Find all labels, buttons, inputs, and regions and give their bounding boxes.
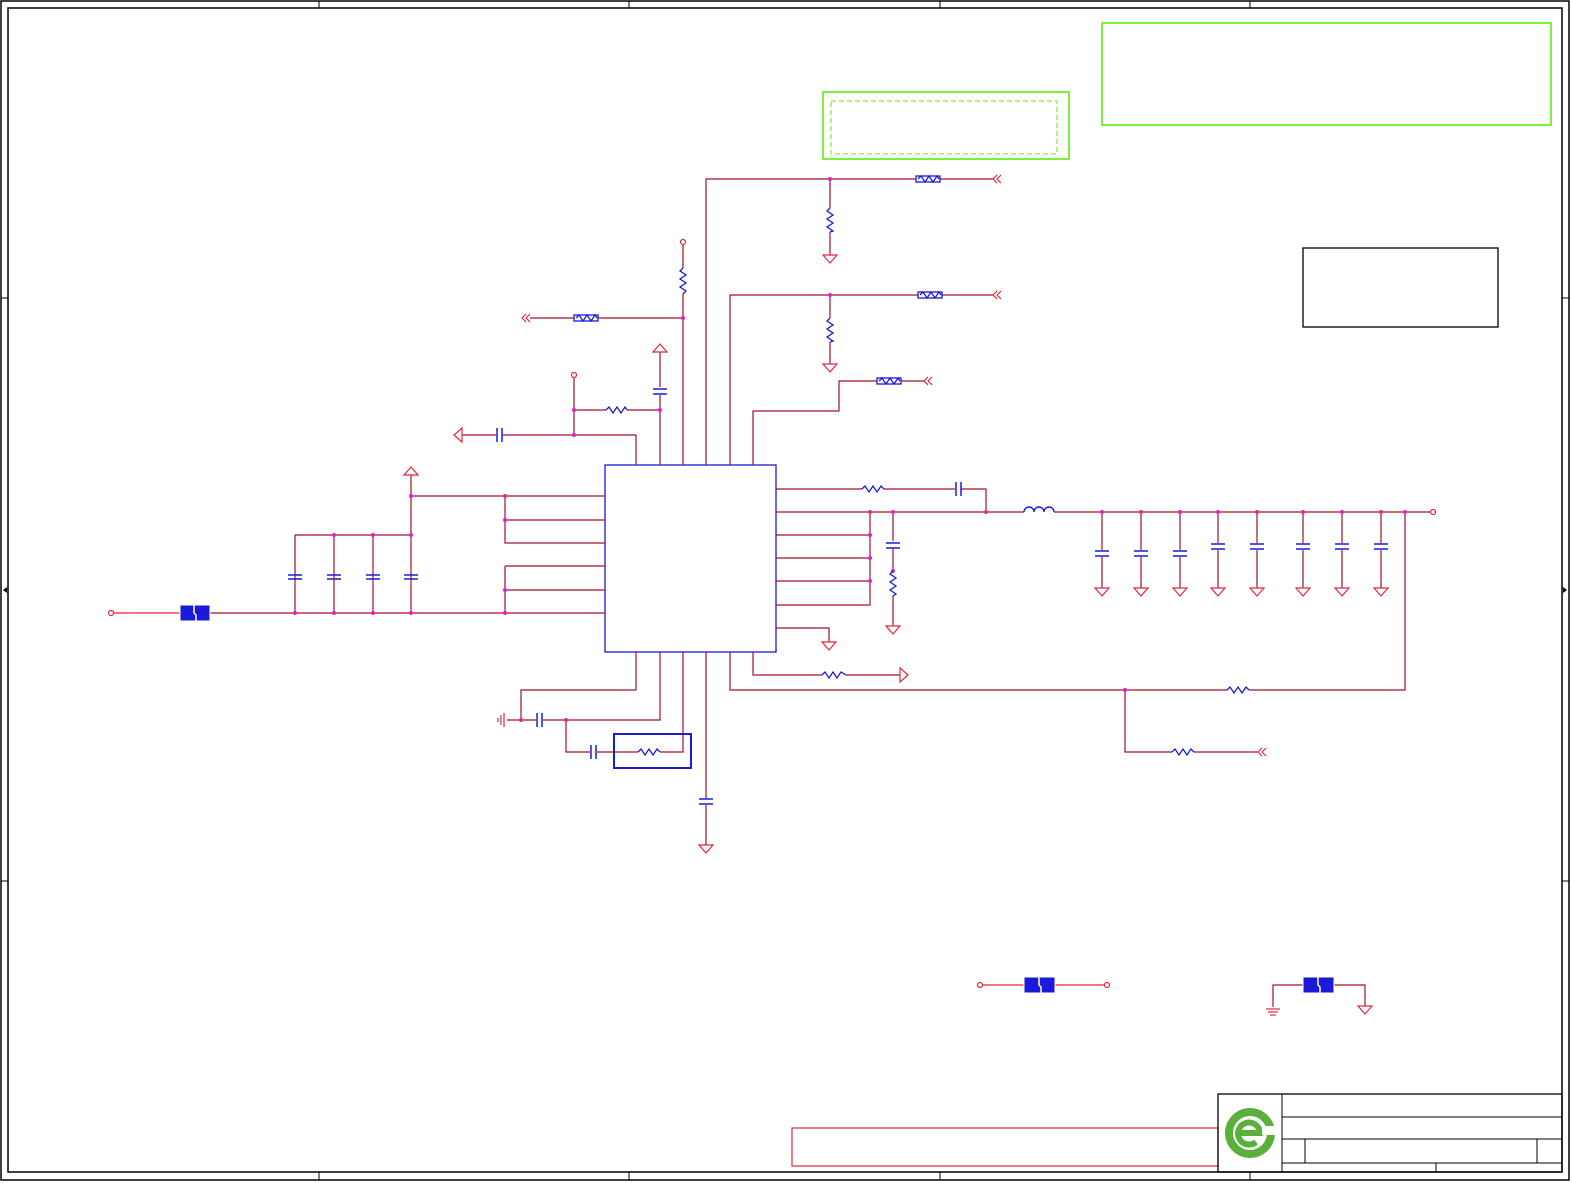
junction-dots	[293, 177, 1407, 722]
company-logo-icon	[1225, 1108, 1278, 1158]
inductor	[1023, 506, 1055, 513]
bottom-red-note-box	[791, 1127, 1219, 1167]
title-block	[1217, 1093, 1563, 1173]
middle-note-box	[822, 91, 1070, 160]
highlighted-resistor-box	[613, 733, 692, 769]
top-right-note-box	[1101, 22, 1552, 126]
right-note-box	[1302, 247, 1499, 328]
schematic-sheet	[0, 0, 1570, 1181]
capacitors	[288, 388, 1388, 805]
main-ic-u1	[604, 464, 777, 653]
jumper-blocks	[179, 604, 1335, 994]
sheet-border	[0, 0, 1570, 1181]
jumper-marks	[193, 605, 1321, 993]
